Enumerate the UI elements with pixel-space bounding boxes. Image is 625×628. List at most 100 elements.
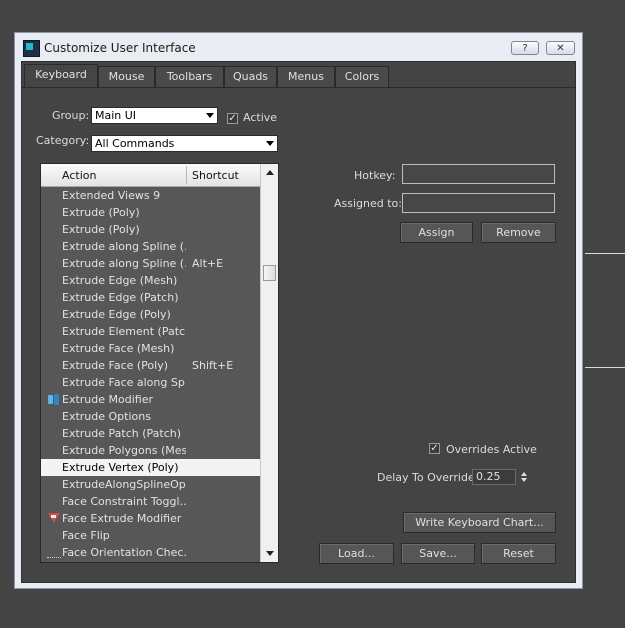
list-item[interactable]: Extrude Patch (Patch) [41, 425, 260, 442]
list-rows: Extended Views 9 Extrude (Poly) Extrude (P… [41, 187, 260, 561]
column-header-shortcut[interactable]: Shortcut [192, 169, 239, 182]
action-name: Extrude Options [62, 410, 151, 423]
group-label: Group: [52, 109, 90, 122]
action-name: Extrude Vertex (Poly) [62, 461, 179, 474]
column-header-action[interactable]: Action [62, 169, 96, 182]
app-icon [23, 40, 40, 57]
shortcut-value: Alt+E [192, 257, 224, 270]
list-item[interactable]: Extrude (Poly) [41, 221, 260, 238]
delay-to-override-label: Delay To Override: [377, 471, 479, 484]
list-header: Action Shortcut [41, 164, 260, 187]
list-item[interactable]: Face Extrude Modifier [41, 510, 260, 527]
active-checkbox[interactable]: ✓ [227, 113, 238, 124]
hotkey-input[interactable] [402, 164, 555, 184]
action-name: ExtrudeAlongSplineOp… [62, 478, 186, 491]
action-name: Extrude Face (Mesh) [62, 342, 175, 355]
group-select[interactable]: Main UI [91, 107, 218, 124]
action-name: Extrude Patch (Patch) [62, 427, 182, 440]
background-line [585, 253, 625, 254]
tab-toolbars[interactable]: Toolbars [155, 66, 224, 87]
list-item[interactable]: Face Orientation Chec… [41, 544, 260, 561]
list-item[interactable]: Face Flip [41, 527, 260, 544]
action-name: Extended Views 9 [62, 189, 161, 202]
action-name: Face Extrude Modifier [62, 512, 182, 525]
tab-keyboard[interactable]: Keyboard [24, 64, 98, 88]
face-extrude-modifier-icon [47, 512, 61, 525]
action-name: Extrude Face (Poly) [62, 359, 169, 372]
category-label: Category: [36, 134, 90, 147]
tab-mouse[interactable]: Mouse [98, 66, 155, 87]
group-value: Main UI [95, 109, 137, 122]
chevron-down-icon [206, 113, 214, 118]
list-item[interactable]: Extrude Polygons (Mesh) [41, 442, 260, 459]
customize-ui-window: Customize User Interface ? ✕ Keyboard Mo… [14, 32, 583, 589]
delay-to-override-input[interactable]: 0.25 [472, 469, 516, 485]
list-item[interactable]: Extrude Vertex (Poly) [41, 459, 260, 476]
action-name: Extrude Face along Sp… [62, 376, 186, 389]
list-item[interactable]: Extrude Edge (Patch) [41, 289, 260, 306]
category-select[interactable]: All Commands [91, 135, 278, 152]
action-name: Extrude Edge (Patch) [62, 291, 179, 304]
action-name: Extrude along Spline (… [62, 257, 186, 270]
tab-quads[interactable]: Quads [224, 66, 277, 87]
action-name: Extrude along Spline (… [62, 240, 186, 253]
list-item[interactable]: Extrude Face (Mesh) [41, 340, 260, 357]
category-value: All Commands [95, 137, 175, 150]
overrides-active-checkbox[interactable]: ✓ [429, 443, 440, 454]
list-item[interactable]: Extrude Face (Poly) Shift+E [41, 357, 260, 374]
tab-divider [22, 87, 575, 88]
list-item[interactable]: Extrude along Spline (… [41, 238, 260, 255]
assign-button[interactable]: Assign [400, 222, 473, 243]
column-divider[interactable] [186, 166, 187, 184]
remove-button[interactable]: Remove [481, 222, 556, 243]
tab-menus[interactable]: Menus [277, 66, 335, 87]
close-button[interactable]: ✕ [546, 41, 575, 55]
list-item[interactable]: Extrude Options [41, 408, 260, 425]
load-button[interactable]: Load... [319, 543, 394, 564]
delay-spinner-arrows[interactable] [520, 469, 529, 485]
action-name: Extrude (Poly) [62, 223, 140, 236]
list-item[interactable]: Extrude Edge (Mesh) [41, 272, 260, 289]
truncation-dots [47, 557, 61, 558]
action-name: Extrude Edge (Mesh) [62, 274, 178, 287]
tab-colors[interactable]: Colors [335, 66, 389, 87]
list-item[interactable]: ExtrudeAlongSplineOp… [41, 476, 260, 493]
action-list[interactable]: Action Shortcut Extended Views 9 Extrude … [40, 163, 279, 563]
action-name: Extrude Modifier [62, 393, 153, 406]
shortcut-value: Shift+E [192, 359, 234, 372]
list-item[interactable]: Extrude (Poly) [41, 204, 260, 221]
action-name: Face Constraint Toggl… [62, 495, 186, 508]
scroll-thumb[interactable] [263, 265, 276, 281]
reset-button[interactable]: Reset [481, 543, 556, 564]
dialog-content: Keyboard Mouse Toolbars Quads Menus Colo… [21, 61, 576, 583]
chevron-down-icon [266, 141, 274, 146]
extrude-modifier-icon [47, 393, 61, 406]
assigned-to-field [402, 193, 555, 213]
active-label: Active [243, 111, 278, 124]
list-item[interactable]: Extrude along Spline (… Alt+E [41, 255, 260, 272]
list-item[interactable]: Face Constraint Toggl… [41, 493, 260, 510]
spinner-down-icon[interactable] [521, 478, 527, 482]
list-item[interactable]: Extrude Element (Patch) [41, 323, 260, 340]
write-keyboard-chart-button[interactable]: Write Keyboard Chart... [403, 512, 556, 533]
action-name: Face Flip [62, 529, 110, 542]
scroll-down-icon[interactable] [266, 551, 274, 556]
assigned-to-label: Assigned to: [334, 197, 402, 210]
list-item[interactable]: Extended Views 9 [41, 187, 260, 204]
action-name: Extrude (Poly) [62, 206, 140, 219]
action-name: Extrude Polygons (Mesh) [62, 444, 186, 457]
spinner-up-icon[interactable] [521, 472, 527, 476]
list-item[interactable]: Extrude Edge (Poly) [41, 306, 260, 323]
list-item[interactable]: Extrude Face along Sp… [41, 374, 260, 391]
vertical-scrollbar[interactable] [260, 164, 278, 562]
window-title: Customize User Interface [44, 41, 196, 55]
help-button[interactable]: ? [511, 41, 539, 55]
background-line [585, 367, 625, 368]
action-name: Extrude Element (Patch) [62, 325, 186, 338]
save-button[interactable]: Save... [401, 543, 475, 564]
overrides-active-label: Overrides Active [446, 443, 537, 456]
title-bar[interactable]: Customize User Interface ? ✕ [15, 33, 582, 63]
scroll-up-icon[interactable] [266, 170, 274, 175]
action-name: Face Orientation Chec… [62, 546, 186, 559]
list-item[interactable]: Extrude Modifier [41, 391, 260, 408]
